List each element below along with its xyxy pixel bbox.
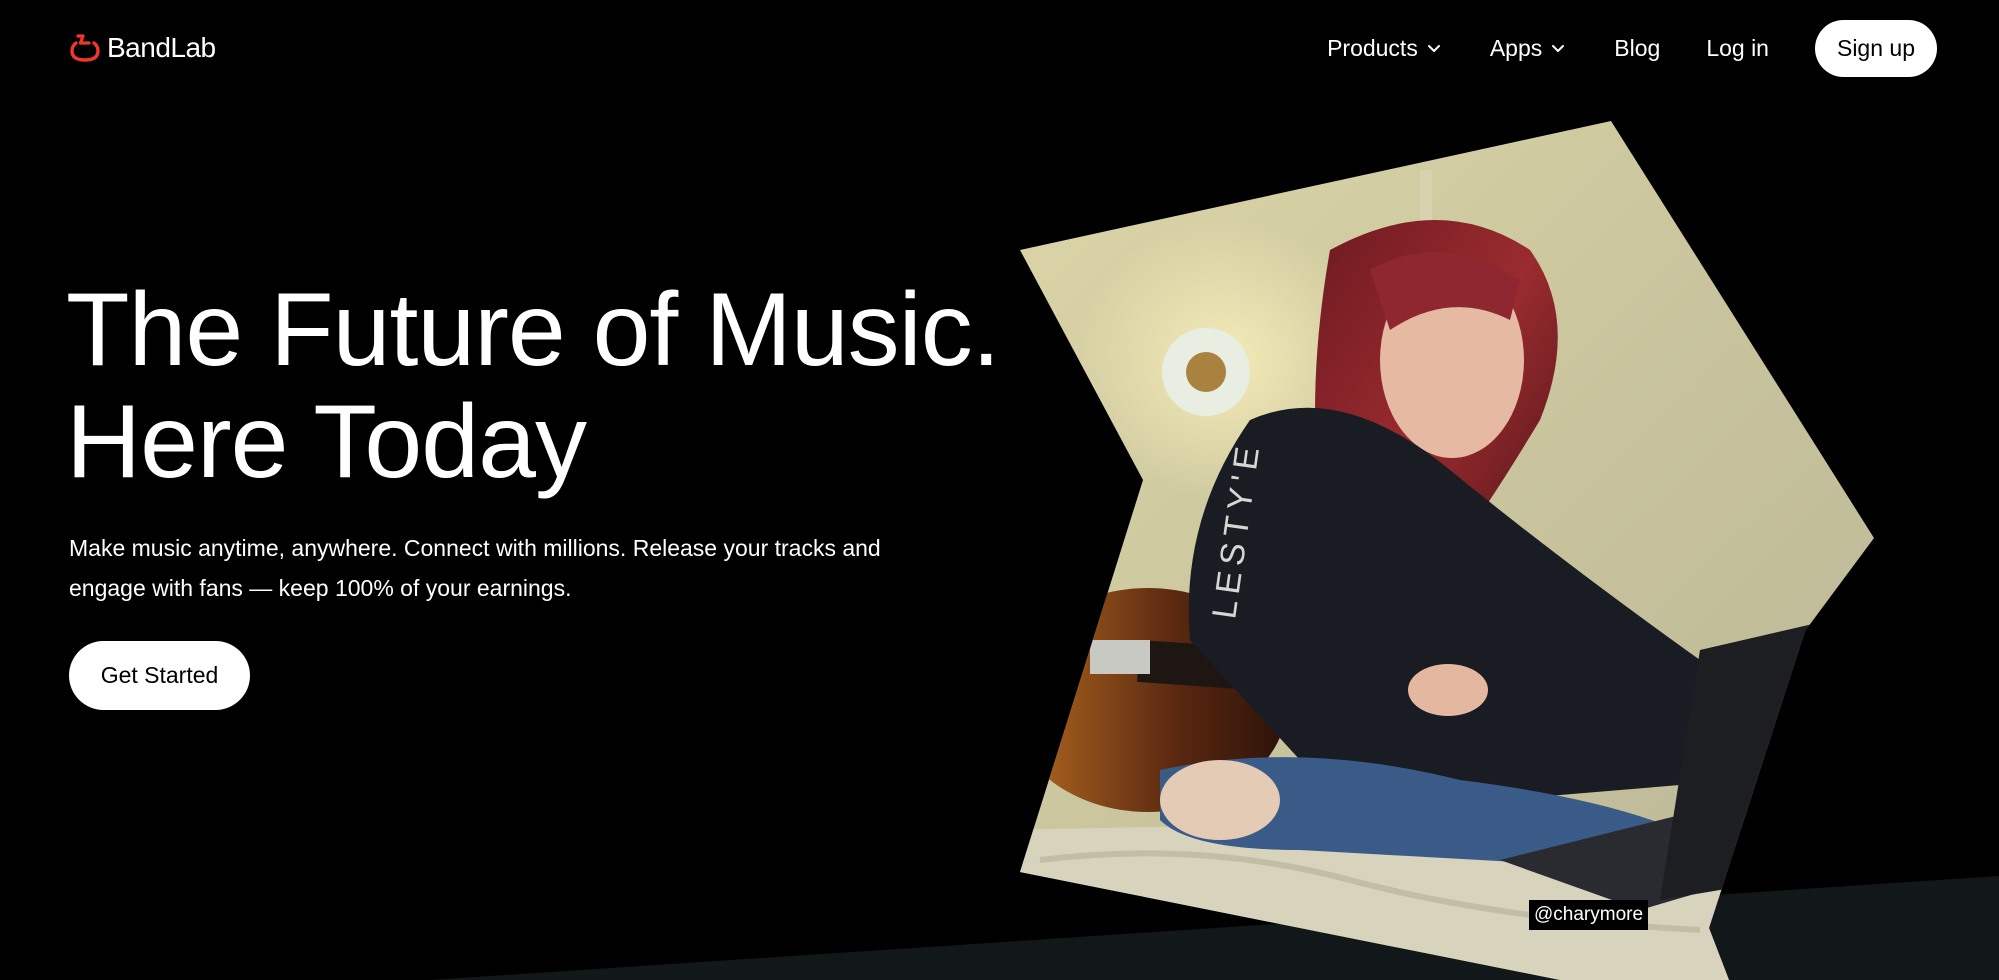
hero-title: The Future of Music. Here Today [66, 272, 1001, 500]
main-nav: Products Apps Blog Log in Sign up [1327, 19, 1937, 77]
nav-login-label: Log in [1706, 34, 1769, 61]
nav-blog-label: Blog [1614, 34, 1661, 61]
hero-description: Make music anytime, anywhere. Connect wi… [69, 535, 881, 601]
nav-products[interactable]: Products [1327, 35, 1444, 62]
nav-products-label: Products [1327, 34, 1418, 61]
landing-page: LESTY'E BandLab Products Apps Blog Log i… [0, 0, 1999, 980]
photo-credit: @charymore [1529, 900, 1649, 930]
brand-name: BandLab [107, 32, 216, 63]
signup-button[interactable]: Sign up [1814, 19, 1937, 77]
get-started-button[interactable]: Get Started [69, 641, 250, 710]
hero-title-line-2: Here Today [66, 384, 587, 500]
nav-login[interactable]: Log in [1706, 35, 1769, 62]
hero-title-line-1: The Future of Music. [66, 272, 1001, 388]
site-header: BandLab Products Apps Blog Log in Sign u… [0, 0, 1999, 96]
bandlab-logo-icon [70, 34, 100, 62]
nav-apps[interactable]: Apps [1490, 35, 1568, 62]
nav-blog[interactable]: Blog [1614, 35, 1660, 62]
chevron-down-icon [1427, 45, 1440, 52]
nav-apps-label: Apps [1489, 34, 1543, 61]
bandlab-logo[interactable]: BandLab [69, 28, 216, 68]
chevron-down-icon [1552, 45, 1565, 52]
